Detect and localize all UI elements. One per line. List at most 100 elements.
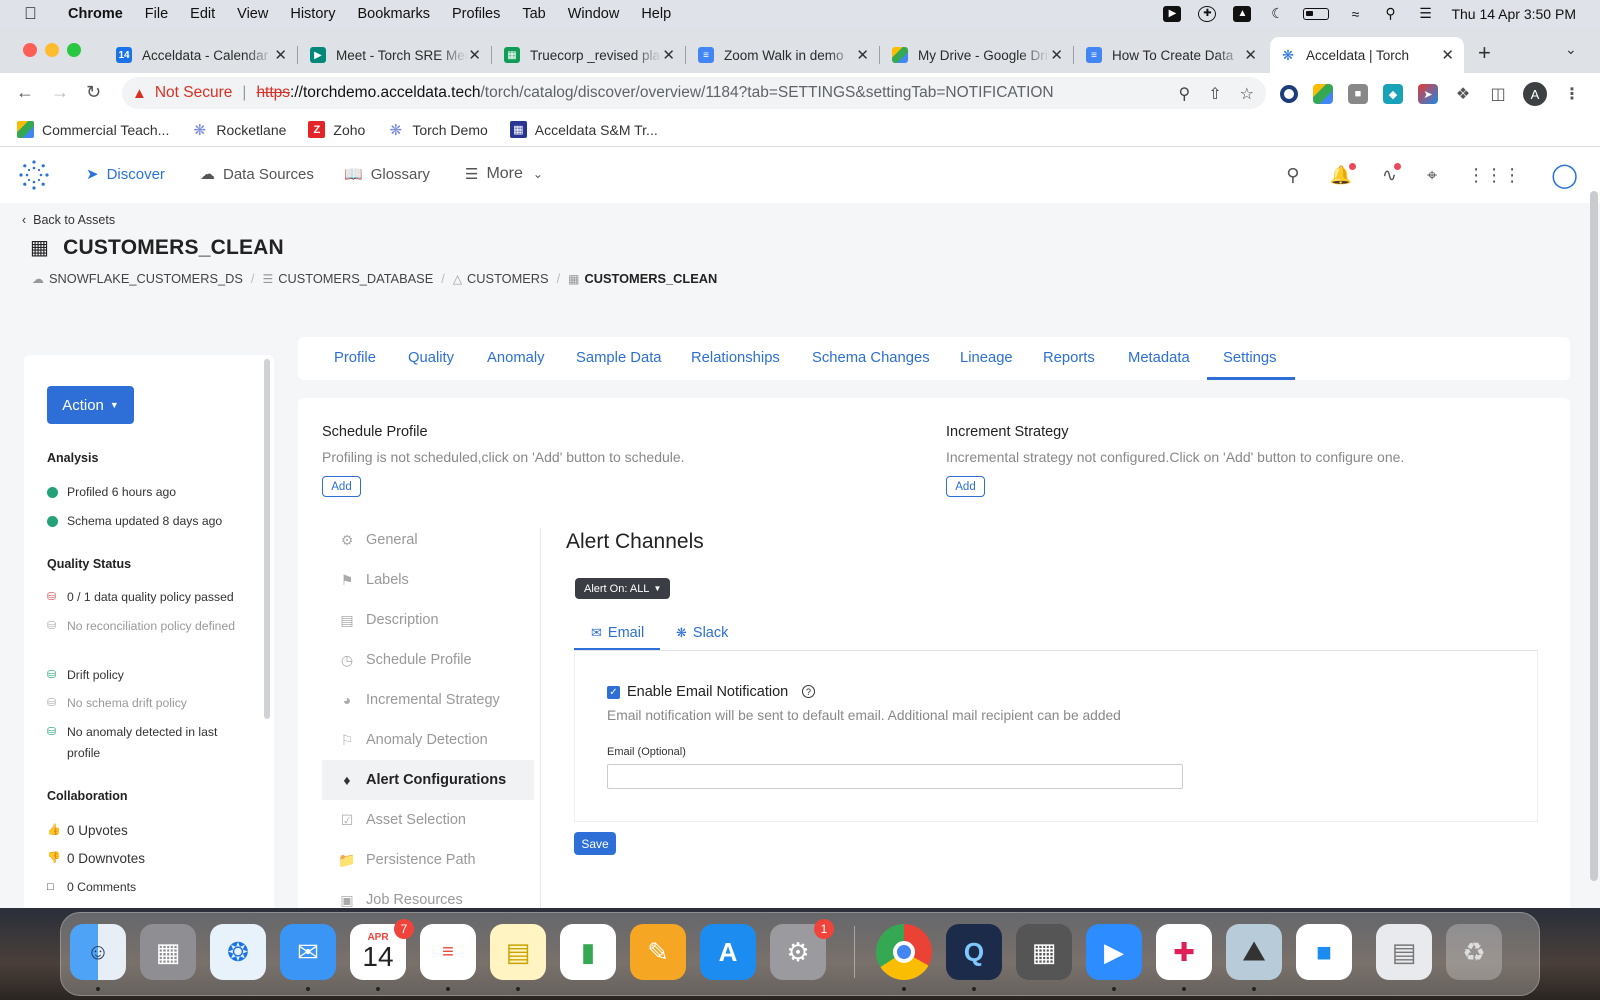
quality-drift[interactable]: ⛁ Drift policy [47, 665, 247, 686]
trash-icon[interactable]: ♻ [1446, 924, 1502, 980]
sidebar-scrollbar[interactable] [264, 359, 270, 719]
menu-bookmarks[interactable]: Bookmarks [357, 6, 430, 22]
tab-metadata[interactable]: Metadata [1128, 350, 1190, 366]
browser-tab-sheets[interactable]: ▦ Truecorp _revised plan ✕ [494, 37, 686, 73]
control-center-icon[interactable]: ☰ [1416, 5, 1434, 22]
notes-icon[interactable]: ▤ [490, 924, 546, 980]
menu-window[interactable]: Window [568, 6, 620, 22]
forward-arrow-icon[interactable]: → [51, 82, 69, 103]
torch-logo-icon[interactable] [18, 159, 50, 191]
menu-app-name[interactable]: Chrome [68, 6, 123, 22]
apple-menu-icon[interactable]:  [24, 4, 44, 24]
chrome-icon[interactable] [876, 924, 932, 980]
browser-tab-drive[interactable]: My Drive - Google Drive ✕ [882, 37, 1074, 73]
tab-close-icon[interactable]: ✕ [274, 46, 287, 64]
settings-labels[interactable]: ⚑ Labels [322, 560, 534, 600]
crop-icon[interactable]: ⌖ [1427, 165, 1437, 186]
tab-lineage[interactable]: Lineage [960, 350, 1013, 366]
nav-glossary[interactable]: 📖 Glossary [344, 165, 430, 184]
tab-profile[interactable]: Profile [334, 350, 376, 366]
window-zoom-button[interactable] [67, 43, 81, 57]
launchpad-icon[interactable]: ▦ [140, 924, 196, 980]
bookmark-torch-demo[interactable]: ❋ Torch Demo [387, 121, 488, 139]
page-scrollbar[interactable] [1590, 191, 1598, 881]
channel-tab-email[interactable]: ✉ Email [591, 625, 644, 641]
side-panel-icon[interactable]: ◫ [1488, 84, 1508, 104]
extension-ring-icon[interactable] [1280, 85, 1298, 103]
menubar-clock[interactable]: Thu 14 Apr 3:50 PM [1451, 6, 1576, 22]
extension-diamond-icon[interactable]: ◆ [1383, 84, 1403, 104]
share-icon[interactable]: ⇧ [1208, 84, 1221, 104]
settings-incremental-strategy[interactable]: ◕ Incremental Strategy [322, 680, 534, 720]
extensions-puzzle-icon[interactable]: ❖ [1453, 84, 1473, 104]
chrome-menu-kebab-icon[interactable]: ⋮ [1562, 84, 1582, 104]
menu-file[interactable]: File [145, 6, 168, 22]
browser-tab-calendar[interactable]: 14 Acceldata - Calendar ✕ [106, 37, 298, 73]
menu-history[interactable]: History [290, 6, 335, 22]
settings-asset-selection[interactable]: ☑ Asset Selection [322, 800, 534, 840]
email-field[interactable] [607, 764, 1183, 789]
menu-view[interactable]: View [237, 6, 268, 22]
zoom-icon[interactable]: ▶ [1086, 924, 1142, 980]
tab-close-icon[interactable]: ✕ [1441, 46, 1454, 64]
breadcrumb-database[interactable]: CUSTOMERS_DATABASE [278, 271, 433, 286]
settings-anomaly-detection[interactable]: ⚐ Anomaly Detection [322, 720, 534, 760]
breadcrumb-datasource[interactable]: SNOWFLAKE_CUSTOMERS_DS [49, 271, 243, 286]
tab-schema-changes[interactable]: Schema Changes [812, 350, 930, 366]
extension-box-icon[interactable]: ■ [1348, 84, 1368, 104]
slack-icon[interactable]: ✚ [1156, 924, 1212, 980]
preview-icon[interactable]: ⛰ [1226, 924, 1282, 980]
new-tab-plus-icon[interactable]: + [1478, 40, 1491, 66]
window-close-button[interactable] [23, 43, 37, 57]
menu-help[interactable]: Help [641, 6, 671, 22]
action-dropdown-button[interactable]: Action ▼ [47, 386, 134, 424]
zoom-icon[interactable]: ⚲ [1179, 84, 1191, 104]
enable-email-checkbox[interactable]: ✓ [607, 686, 620, 699]
reload-icon[interactable]: ↻ [86, 82, 101, 103]
bookmark-commercial-teach[interactable]: Commercial Teach... [17, 121, 169, 138]
schedule-add-button[interactable]: Add [322, 476, 361, 497]
apps-grid-icon[interactable]: ⋮⋮⋮ [1467, 165, 1521, 186]
downvotes-button[interactable]: 👎 0 Downvotes [47, 848, 247, 869]
browser-tab-meet[interactable]: ▶ Meet - Torch SRE Meeting ✕ [300, 37, 492, 73]
reminders-icon[interactable]: ≡ [420, 924, 476, 980]
back-to-assets-link[interactable]: ‹ Back to Assets [22, 213, 115, 227]
settings-description[interactable]: ▤ Description [322, 600, 534, 640]
help-question-icon[interactable]: ? [802, 685, 815, 698]
wifi-icon[interactable]: ≈ [1346, 6, 1364, 22]
upvotes-button[interactable]: 👍 0 Upvotes [47, 820, 247, 841]
tab-quality[interactable]: Quality [408, 350, 454, 366]
profile-avatar[interactable]: A [1523, 82, 1547, 106]
settings-persistence-path[interactable]: 📁 Persistence Path [322, 840, 534, 880]
keynote-icon[interactable]: ■ [1296, 924, 1352, 980]
tab-close-icon[interactable]: ✕ [856, 46, 869, 64]
documents-stack-icon[interactable]: ▤ [1376, 924, 1432, 980]
address-bar[interactable]: ▲ Not Secure | https ://torchdemo.acceld… [122, 77, 1266, 109]
settings-alert-configurations[interactable]: ♦ Alert Configurations [322, 760, 534, 800]
tab-reports[interactable]: Reports [1043, 350, 1095, 366]
menu-profiles[interactable]: Profiles [452, 6, 500, 22]
camera-icon[interactable]: ▶ [1163, 5, 1182, 22]
not-secure-label[interactable]: Not Secure [155, 84, 233, 102]
focus-moon-icon[interactable]: ☾ [1268, 5, 1286, 22]
screen-capture-icon[interactable]: ▲ [1233, 5, 1252, 22]
bookmark-acceldata-sm[interactable]: ▦ Acceldata S&M Tr... [509, 121, 658, 138]
tab-close-icon[interactable]: ✕ [468, 46, 481, 64]
bookmark-rocketlane[interactable]: ❋ Rocketlane [191, 121, 287, 139]
finder-icon[interactable]: ☺ [70, 924, 126, 980]
tab-settings[interactable]: Settings [1223, 350, 1276, 366]
settings-job-resources[interactable]: ▣ Job Resources [322, 880, 534, 909]
nav-discover[interactable]: ➤ Discover [86, 165, 165, 184]
channel-tab-slack[interactable]: ❋ Slack [676, 625, 728, 641]
settings-schedule-profile[interactable]: ◷ Schedule Profile [322, 640, 534, 680]
bookmark-zoho[interactable]: Z Zoho [308, 121, 365, 138]
increment-add-button[interactable]: Add [946, 476, 985, 497]
back-arrow-icon[interactable]: ← [16, 82, 34, 103]
menu-edit[interactable]: Edit [190, 6, 215, 22]
breadcrumb-schema[interactable]: CUSTOMERS [467, 271, 549, 286]
spotlight-search-icon[interactable]: ⚲ [1381, 5, 1399, 22]
mail-icon[interactable]: ✉ [280, 924, 336, 980]
calculator-icon[interactable]: ▦ [1016, 924, 1072, 980]
app-store-icon[interactable]: A [700, 924, 756, 980]
user-avatar-icon[interactable]: ◯ [1551, 161, 1578, 190]
